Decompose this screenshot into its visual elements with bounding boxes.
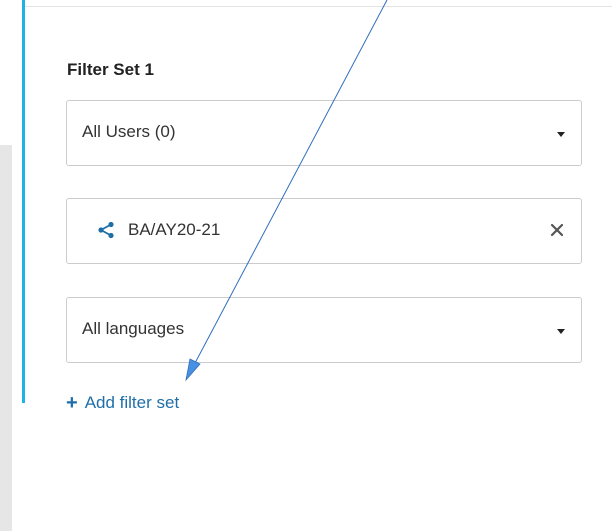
language-select-value: All languages [82,319,185,338]
filter-panel: Filter Set 1 All Users (0) BA/AY20-21 Al… [0,0,612,531]
cohort-filter-field[interactable]: BA/AY20-21 [66,198,582,264]
add-filter-set-button[interactable]: + Add filter set [66,393,179,413]
caret-down-icon [557,329,565,334]
add-filter-set-label: Add filter set [84,393,180,412]
plus-icon: + [66,392,78,414]
close-icon[interactable] [548,221,566,239]
users-select-value: All Users (0) [82,122,176,141]
share-icon [98,221,114,239]
language-select[interactable]: All languages [66,297,582,363]
filter-set-title: Filter Set 1 [67,60,154,79]
cohort-chip-label: BA/AY20-21 [128,220,221,239]
top-divider [25,6,612,7]
caret-down-icon [557,132,565,137]
users-select[interactable]: All Users (0) [66,100,582,166]
left-gutter [0,145,12,531]
active-accent-bar [22,0,25,403]
